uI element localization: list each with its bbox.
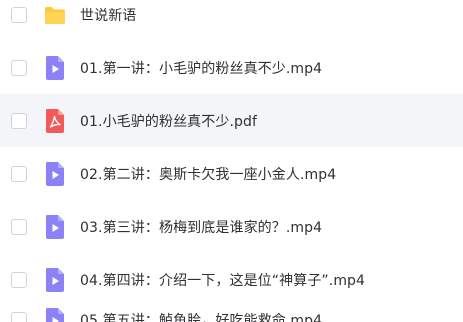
video-file-icon [44,307,66,322]
video-file-icon [44,267,66,293]
video-file-icon [44,161,66,187]
file-name[interactable]: 03.第三讲：杨梅到底是谁家的？.mp4 [80,217,322,237]
row-checkbox[interactable] [11,312,27,322]
list-item-video[interactable]: 02.第二讲：奥斯卡欠我一座小金人.mp4 [0,147,463,200]
video-file-icon [44,214,66,240]
file-name[interactable]: 04.第四讲：介绍一下，这是位“神算子”.mp4 [80,270,365,290]
list-item-pdf[interactable]: 01.小毛驴的粉丝真不少.pdf [0,94,463,147]
file-list: 世说新语 01.第一讲：小毛驴的粉丝真不少.mp4 01.小毛驴的粉丝真不少.p… [0,0,463,322]
row-checkbox[interactable] [11,271,27,288]
list-item-video[interactable]: 03.第三讲：杨梅到底是谁家的？.mp4 [0,200,463,253]
file-name[interactable]: 01.小毛驴的粉丝真不少.pdf [80,111,257,131]
file-name[interactable]: 01.第一讲：小毛驴的粉丝真不少.mp4 [80,58,322,78]
row-checkbox[interactable] [11,112,27,129]
row-checkbox[interactable] [11,165,27,182]
list-item-video[interactable]: 01.第一讲：小毛驴的粉丝真不少.mp4 [0,41,463,94]
row-checkbox[interactable] [11,59,27,76]
folder-icon [44,2,66,28]
file-name[interactable]: 02.第二讲：奥斯卡欠我一座小金人.mp4 [80,164,336,184]
video-file-icon [44,55,66,81]
pdf-file-icon [44,108,66,134]
row-checkbox[interactable] [11,218,27,235]
row-checkbox[interactable] [11,6,27,23]
list-item-video[interactable]: 05.第五讲：鲈鱼脍，好吃能救命.mp4 [0,295,463,322]
file-name[interactable]: 世说新语 [80,5,136,25]
file-name[interactable]: 05.第五讲：鲈鱼脍，好吃能救命.mp4 [80,310,322,322]
list-item-folder[interactable]: 世说新语 [0,0,463,41]
